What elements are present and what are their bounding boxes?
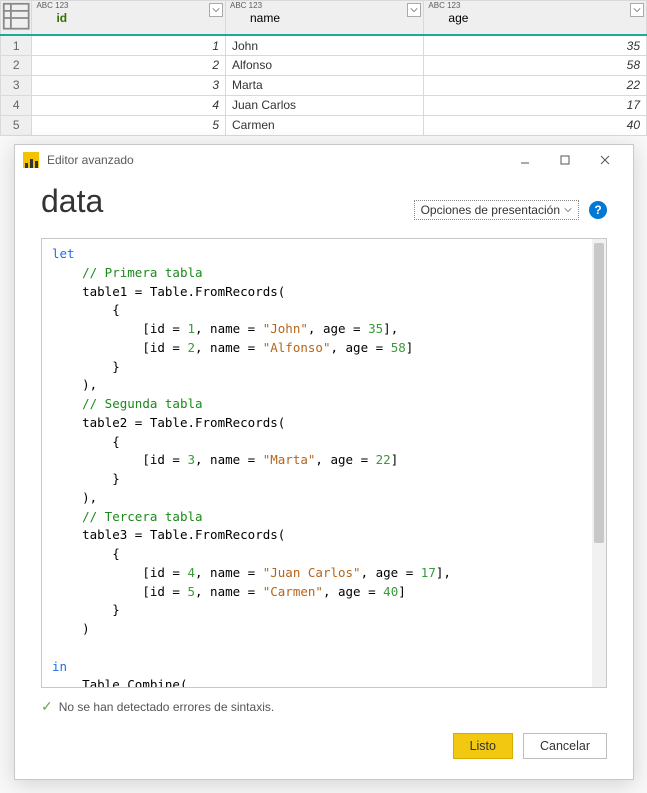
close-button[interactable] (585, 146, 625, 174)
cell-id[interactable]: 4 (32, 95, 226, 115)
filter-dropdown-icon[interactable] (407, 3, 421, 17)
cell-name[interactable]: Marta (226, 75, 424, 95)
cell-name[interactable]: Alfonso (226, 55, 424, 75)
row-number: 1 (1, 35, 32, 55)
cell-age[interactable]: 22 (424, 75, 647, 95)
column-header-name[interactable]: ABC 123 name (226, 1, 424, 36)
row-number: 3 (1, 75, 32, 95)
filter-dropdown-icon[interactable] (209, 3, 223, 17)
filter-dropdown-icon[interactable] (630, 3, 644, 17)
maximize-button[interactable] (545, 146, 585, 174)
column-type-icon: ABC 123 (230, 2, 262, 10)
cell-age[interactable]: 58 (424, 55, 647, 75)
cell-id[interactable]: 1 (32, 35, 226, 55)
cell-age[interactable]: 40 (424, 115, 647, 135)
column-header-id[interactable]: ABC 123 id (32, 1, 226, 36)
column-type-icon: ABC 123 (428, 2, 460, 10)
dialog-title: Editor avanzado (47, 153, 505, 167)
minimize-button[interactable] (505, 146, 545, 174)
cell-age[interactable]: 35 (424, 35, 647, 55)
row-number: 4 (1, 95, 32, 115)
cancel-button[interactable]: Cancelar (523, 733, 607, 759)
table-row[interactable]: 33Marta22 (1, 75, 647, 95)
cell-age[interactable]: 17 (424, 95, 647, 115)
data-grid: ABC 123 id ABC 123 name ABC 123 age 11Jo… (0, 0, 647, 136)
table-row[interactable]: 44Juan Carlos17 (1, 95, 647, 115)
titlebar: Editor avanzado (15, 145, 633, 175)
app-icon (23, 152, 39, 168)
advanced-editor-dialog: Editor avanzado data Opciones de present… (14, 144, 634, 780)
cell-id[interactable]: 3 (32, 75, 226, 95)
syntax-status: ✓ No se han detectado errores de sintaxi… (41, 688, 607, 715)
cell-id[interactable]: 2 (32, 55, 226, 75)
table-row[interactable]: 11John35 (1, 35, 647, 55)
cell-id[interactable]: 5 (32, 115, 226, 135)
query-name-heading: data (41, 183, 103, 220)
column-header-age[interactable]: ABC 123 age (424, 1, 647, 36)
check-icon: ✓ (41, 698, 53, 715)
cell-name[interactable]: Juan Carlos (226, 95, 424, 115)
table-row[interactable]: 55Carmen40 (1, 115, 647, 135)
scrollbar-thumb[interactable] (594, 243, 604, 543)
code-editor[interactable]: let // Primera tabla table1 = Table.From… (41, 238, 607, 688)
done-button[interactable]: Listo (453, 733, 513, 759)
cell-name[interactable]: Carmen (226, 115, 424, 135)
row-number: 5 (1, 115, 32, 135)
table-row[interactable]: 22Alfonso58 (1, 55, 647, 75)
cell-name[interactable]: John (226, 35, 424, 55)
table-corner-icon[interactable] (1, 1, 32, 36)
vertical-scrollbar[interactable] (592, 239, 606, 687)
column-type-icon: ABC 123 (36, 2, 68, 10)
row-number: 2 (1, 55, 32, 75)
help-icon[interactable]: ? (589, 201, 607, 219)
display-options-dropdown[interactable]: Opciones de presentación (414, 200, 579, 220)
